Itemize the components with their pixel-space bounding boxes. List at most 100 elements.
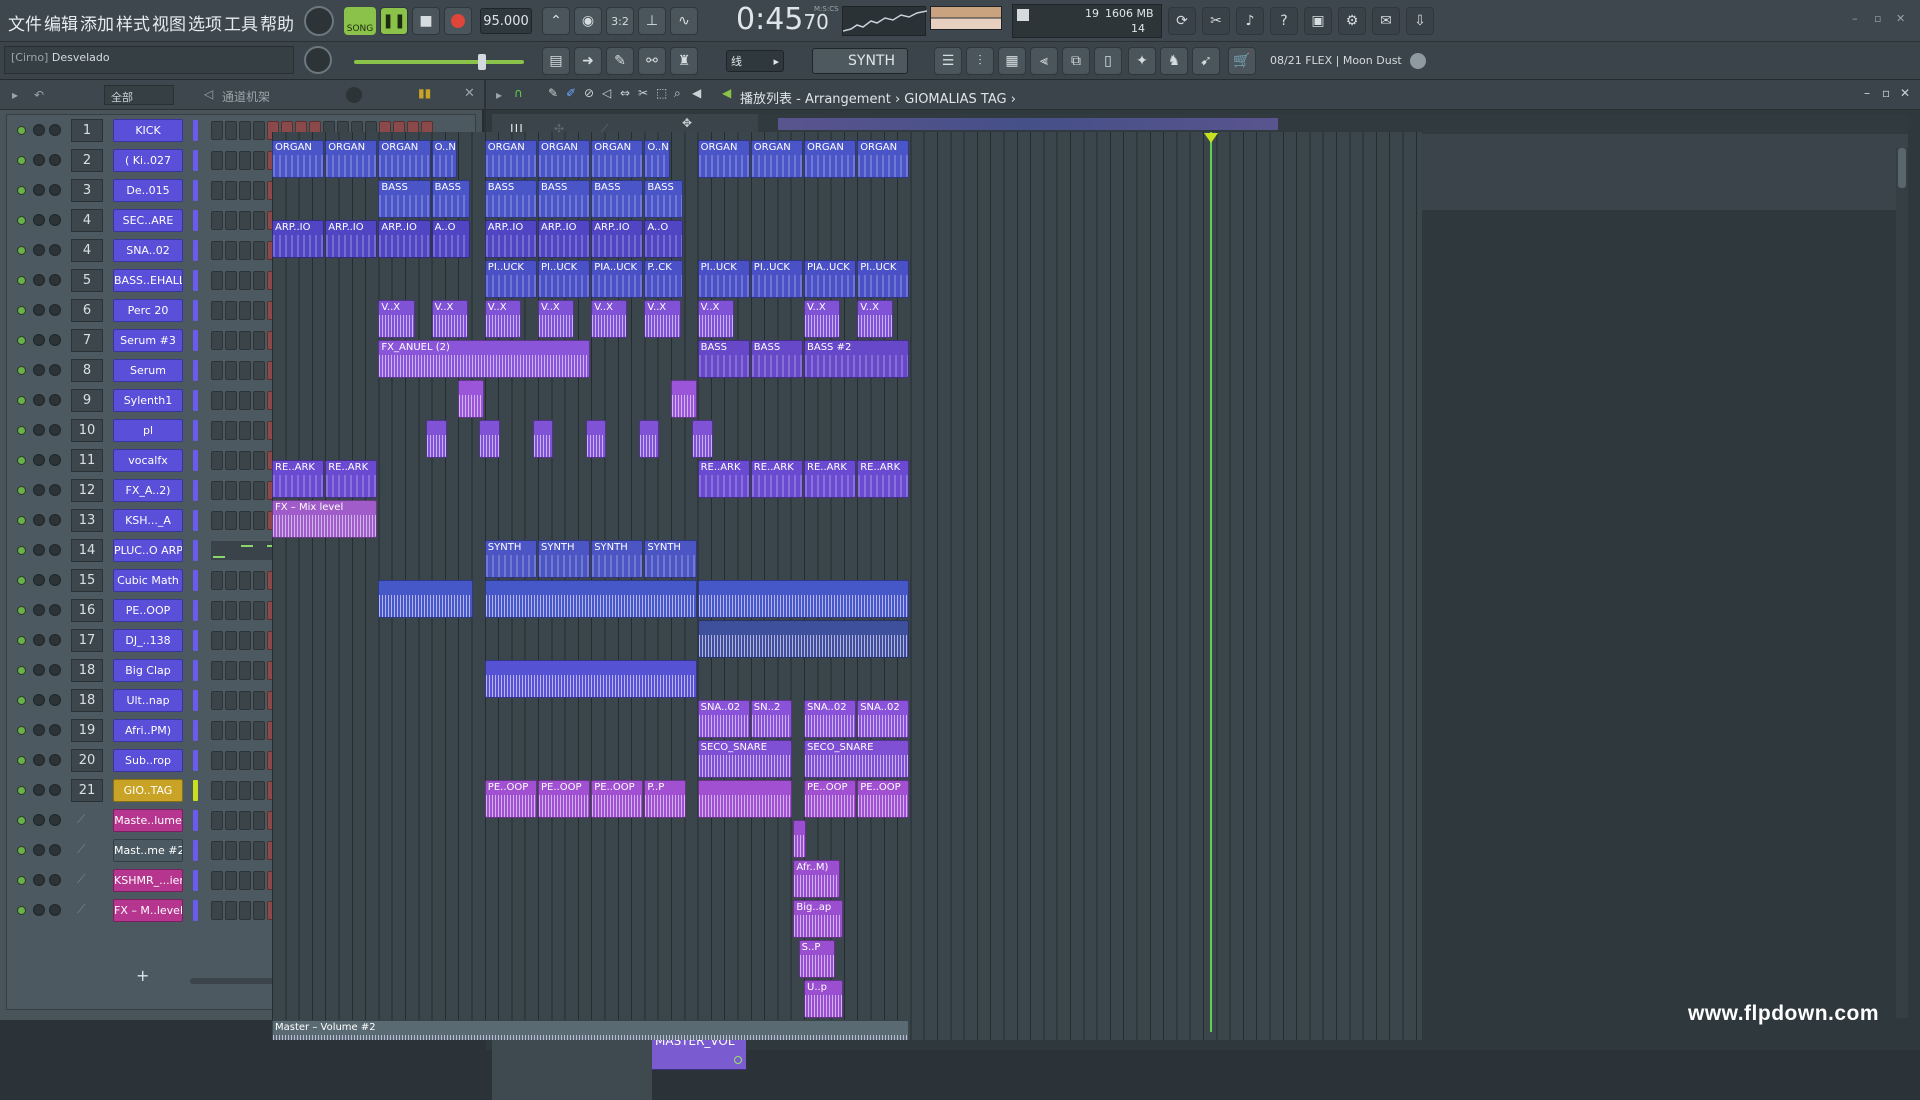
step-button[interactable] <box>225 571 237 590</box>
pan-knob[interactable] <box>33 694 45 706</box>
step-button[interactable] <box>253 121 265 140</box>
mute-led[interactable] <box>17 636 26 645</box>
playlist-maximize-icon[interactable]: ▫ <box>1882 86 1890 100</box>
step-button[interactable] <box>239 331 251 350</box>
step-button[interactable] <box>211 361 223 380</box>
playlist-clip[interactable]: ORGAN <box>697 140 750 178</box>
step-button[interactable] <box>211 181 223 200</box>
volume-knob[interactable] <box>49 124 61 136</box>
step-button[interactable] <box>253 151 265 170</box>
playlist-clip[interactable]: PE..OOP <box>591 780 644 818</box>
playlist-clip[interactable]: PE..OOP <box>484 780 537 818</box>
microphone-icon[interactable]: ♪ <box>1236 7 1264 35</box>
mute-icon[interactable]: ◁ <box>602 86 611 100</box>
step-button[interactable] <box>211 301 223 320</box>
song-overview[interactable] <box>758 114 1908 134</box>
step-button[interactable] <box>239 121 251 140</box>
playlist-clip[interactable]: V..X <box>644 300 681 338</box>
volume-knob[interactable] <box>49 484 61 496</box>
mute-led[interactable] <box>17 666 26 675</box>
volume-knob[interactable] <box>49 424 61 436</box>
channel-name-button[interactable]: GIO..TAG <box>113 779 183 802</box>
countdown-button[interactable]: 3:2 <box>606 7 634 35</box>
playlist-clip[interactable]: BASS <box>538 180 591 218</box>
menu-item-6[interactable]: 工具 <box>224 10 258 35</box>
volume-knob[interactable] <box>49 904 61 916</box>
pan-knob[interactable] <box>33 904 45 916</box>
volume-knob[interactable] <box>49 274 61 286</box>
channel-select-bar[interactable] <box>193 540 198 561</box>
volume-knob[interactable] <box>49 154 61 166</box>
step-button[interactable] <box>225 451 237 470</box>
mute-led[interactable] <box>17 906 26 915</box>
mute-led[interactable] <box>17 306 26 315</box>
breadcrumb-arrangement[interactable]: Arrangement <box>805 92 891 107</box>
mute-led[interactable] <box>17 246 26 255</box>
volume-knob[interactable] <box>49 814 61 826</box>
mute-led[interactable] <box>17 816 26 825</box>
playlist-clip[interactable]: V..X <box>431 300 468 338</box>
channel-select-bar[interactable] <box>193 120 198 141</box>
channel-rack-icon[interactable]: ⫶ <box>966 47 994 75</box>
step-button[interactable] <box>253 751 265 770</box>
step-button[interactable] <box>211 811 223 830</box>
step-button[interactable] <box>253 181 265 200</box>
playlist-grid[interactable]: ORGAN ORGAN ORGAN O..N ORGAN ORGAN ORGAN O..N OR… <box>272 132 1422 1040</box>
channel-select-bar[interactable] <box>193 450 198 471</box>
stamp-icon[interactable]: ♜ <box>670 47 698 75</box>
channel-name-button[interactable]: Serum #3 <box>113 329 183 352</box>
channel-select-bar[interactable] <box>193 480 198 501</box>
step-button[interactable] <box>239 511 251 530</box>
step-button[interactable] <box>239 421 251 440</box>
playlist-clip[interactable]: SYNTH <box>484 540 537 578</box>
pan-knob[interactable] <box>33 514 45 526</box>
mute-led[interactable] <box>17 456 26 465</box>
blend-notes-button[interactable]: ∿ <box>670 7 698 35</box>
playlist-clip[interactable] <box>484 660 697 698</box>
playlist-clip[interactable]: RE..ARK <box>804 460 857 498</box>
step-button[interactable] <box>225 241 237 260</box>
step-button[interactable] <box>239 721 251 740</box>
step-button[interactable] <box>211 271 223 290</box>
step-button[interactable] <box>253 631 265 650</box>
step-button[interactable] <box>211 871 223 890</box>
playlist-clip[interactable]: ORGAN <box>538 140 591 178</box>
step-button[interactable] <box>225 511 237 530</box>
mute-led[interactable] <box>17 396 26 405</box>
mixer-track-number[interactable]: 19 <box>71 719 103 742</box>
channel-select-bar[interactable] <box>193 810 198 831</box>
mixer-track-number[interactable]: 4 <box>71 239 103 262</box>
step-button[interactable] <box>253 571 265 590</box>
overview-window[interactable] <box>778 118 1278 130</box>
playlist-clip[interactable]: V..X <box>538 300 575 338</box>
menu-item-5[interactable]: 选项 <box>188 10 222 35</box>
pan-knob[interactable] <box>33 214 45 226</box>
playlist-clip[interactable]: SYNTH <box>538 540 591 578</box>
step-button[interactable] <box>211 571 223 590</box>
touch-controller-icon[interactable]: ♞ <box>1160 47 1188 75</box>
pan-knob[interactable] <box>33 304 45 316</box>
file-icon[interactable]: ▯ <box>1094 47 1122 75</box>
pan-knob[interactable] <box>33 844 45 856</box>
channel-name-button[interactable]: Perc 20 <box>113 299 183 322</box>
playlist-clip[interactable]: V..X <box>378 300 415 338</box>
mixer-icon[interactable]: ☰ <box>934 47 962 75</box>
volume-knob[interactable] <box>49 784 61 796</box>
plugin-icon[interactable]: ⚙ <box>1338 7 1366 35</box>
playlist-clip[interactable] <box>378 580 474 618</box>
vertical-scrollbar[interactable] <box>1896 148 1908 1018</box>
channel-select-bar[interactable] <box>193 780 198 801</box>
step-button[interactable] <box>239 391 251 410</box>
step-button[interactable] <box>253 211 265 230</box>
channel-select-bar[interactable] <box>193 900 198 921</box>
pan-knob[interactable] <box>33 274 45 286</box>
project-icon[interactable]: ⧉ <box>1062 47 1090 75</box>
step-button[interactable] <box>211 121 223 140</box>
pan-knob[interactable] <box>33 334 45 346</box>
volume-knob[interactable] <box>49 694 61 706</box>
pan-knob[interactable] <box>33 574 45 586</box>
playlist-clip[interactable]: A..O <box>644 220 684 258</box>
step-button[interactable] <box>253 481 265 500</box>
step-button[interactable] <box>225 721 237 740</box>
menu-item-7[interactable]: 帮助 <box>260 10 294 35</box>
